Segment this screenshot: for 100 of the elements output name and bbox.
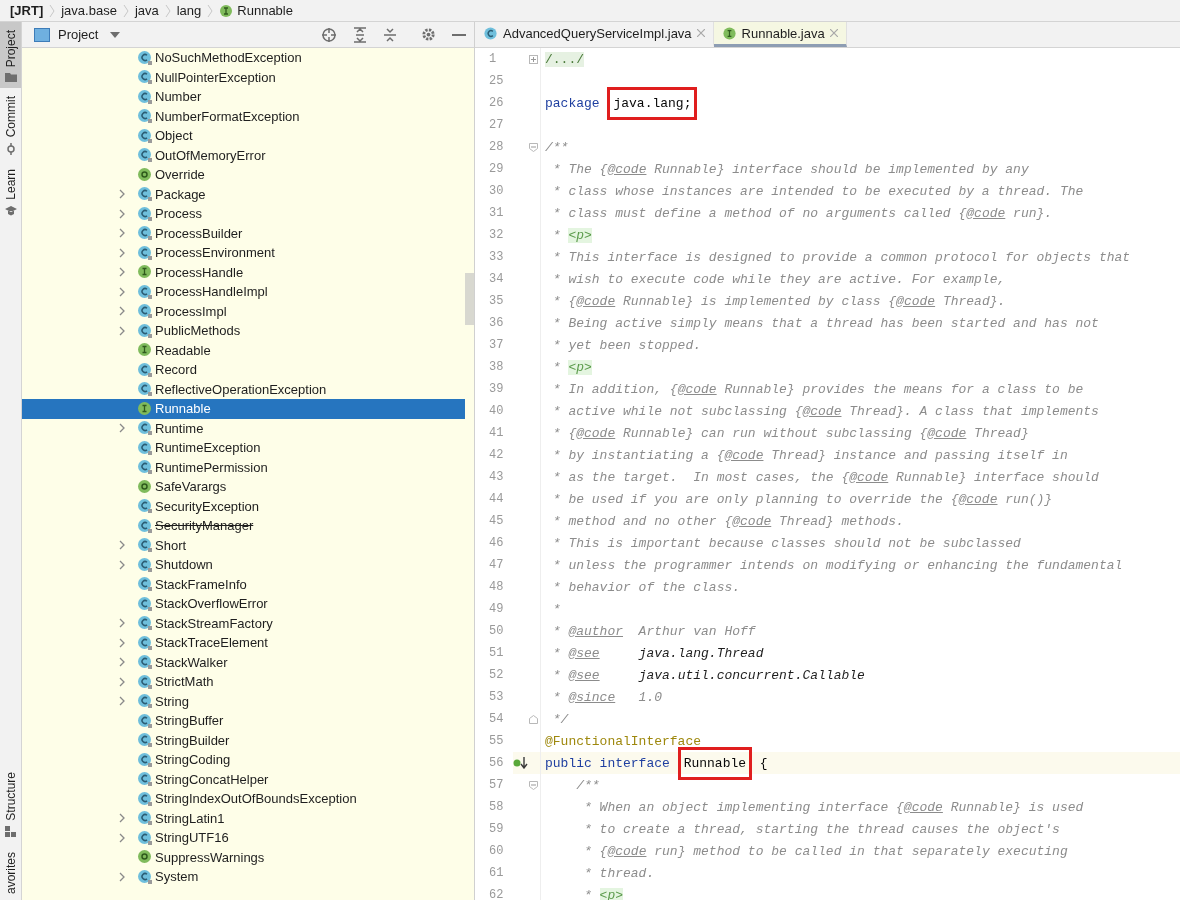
editor-tab[interactable]: Runnable.java (713, 22, 847, 47)
close-icon[interactable] (696, 29, 705, 37)
collapse-fold-icon[interactable] (529, 780, 538, 790)
implemented-marker-icon[interactable] (513, 757, 529, 769)
scrollbar-thumb[interactable] (465, 273, 474, 325)
class-icon (137, 790, 153, 807)
chevron-icon[interactable] (119, 832, 125, 843)
tree-item[interactable]: ProcessBuilder (22, 223, 465, 243)
chevron-icon[interactable] (119, 228, 125, 239)
collapse-all-icon[interactable] (383, 26, 397, 43)
settings-icon[interactable] (421, 27, 436, 42)
tree-item[interactable]: PublicMethods (22, 321, 465, 341)
breadcrumb-item[interactable]: java (134, 3, 159, 18)
tree-item[interactable]: NoSuchMethodException (22, 48, 465, 68)
tree-item[interactable]: Object (22, 126, 465, 146)
tree-item[interactable]: SecurityException (22, 496, 465, 516)
chevron-icon[interactable] (119, 657, 125, 668)
tree-item[interactable]: ProcessEnvironment (22, 243, 465, 263)
expand-fold-icon[interactable] (529, 54, 538, 64)
chevron-icon[interactable] (119, 637, 125, 648)
chevron-icon[interactable] (119, 286, 125, 297)
breadcrumb-item[interactable]: Runnable (237, 3, 293, 18)
collapse-fold-icon[interactable] (529, 142, 538, 152)
tree-item[interactable]: StringConcatHelper (22, 769, 465, 789)
tree-item[interactable]: Number (22, 87, 465, 107)
tool-window-tab[interactable]: Learn (0, 160, 21, 223)
tree-item[interactable]: NullPointerException (22, 67, 465, 87)
code-comment: Runnable} interface should (895, 469, 1099, 485)
tree-item[interactable]: Process (22, 204, 465, 224)
chevron-icon[interactable] (119, 559, 125, 570)
tree-item[interactable]: Override (22, 165, 465, 185)
tree-item[interactable]: Short (22, 535, 465, 555)
tree-item[interactable]: StringIndexOutOfBoundsException (22, 789, 465, 809)
tree-item[interactable]: StringBuilder (22, 730, 465, 750)
tree-item[interactable]: Readable (22, 340, 465, 360)
chevron-icon[interactable] (119, 208, 125, 219)
tree-item[interactable]: StringLatin1 (22, 808, 465, 828)
tree-item[interactable]: StackTraceElement (22, 633, 465, 653)
code-comment: /** (575, 777, 600, 793)
tree-item[interactable]: RuntimePermission (22, 457, 465, 477)
tree-item[interactable]: Runtime (22, 418, 465, 438)
code-comment: * This is important because classes should not be subclassed (551, 535, 1021, 551)
tree-item[interactable]: OutOfMemoryError (22, 145, 465, 165)
panel-title[interactable]: Project (58, 27, 99, 42)
dropdown-caret-icon[interactable] (110, 31, 121, 38)
tool-window-tab[interactable]: Commit (0, 88, 21, 161)
tree-item[interactable]: ReflectiveOperationException (22, 379, 465, 399)
tree-item[interactable]: Runnable (22, 399, 465, 419)
locate-icon[interactable] (321, 26, 337, 43)
fold-end-icon[interactable] (529, 714, 538, 724)
tree-item[interactable]: RuntimeException (22, 438, 465, 458)
tree-item[interactable]: StackFrameInfo (22, 574, 465, 594)
chevron-icon[interactable] (119, 267, 125, 278)
tree-item[interactable]: Package (22, 184, 465, 204)
tree-item[interactable]: Record (22, 360, 465, 380)
annotation-icon (137, 849, 153, 866)
tree-item[interactable]: StringBuffer (22, 711, 465, 731)
chevron-icon[interactable] (119, 423, 125, 434)
tree-item[interactable]: StackOverflowError (22, 594, 465, 614)
expand-all-icon[interactable] (353, 26, 367, 43)
chevron-icon[interactable] (119, 189, 125, 200)
chevron-icon[interactable] (119, 540, 125, 551)
tree-item[interactable]: System (22, 867, 465, 887)
tool-window-tab[interactable]: Project (0, 22, 21, 89)
chevron-icon[interactable] (119, 813, 125, 824)
tree-item[interactable]: String (22, 691, 465, 711)
breadcrumb-item[interactable]: lang (176, 3, 202, 18)
tree-item[interactable]: SecurityManager (22, 516, 465, 536)
breadcrumb-item[interactable]: java.base (61, 3, 117, 18)
tree-item[interactable]: StrictMath (22, 672, 465, 692)
chevron-icon[interactable] (119, 247, 125, 258)
commit-icon (4, 142, 17, 155)
class-icon (137, 654, 153, 671)
chevron-icon[interactable] (119, 676, 125, 687)
tree-item[interactable]: ProcessHandle (22, 262, 465, 282)
code-comment: * This interface is designed to provide a common protocol for objects that (551, 249, 1131, 265)
interface-icon (721, 25, 737, 41)
editor-tab[interactable]: AdvancedQueryServiceImpl.java (475, 22, 714, 47)
tree-item[interactable]: NumberFormatException (22, 106, 465, 126)
tree-item[interactable]: ProcessHandleImpl (22, 282, 465, 302)
tree-item[interactable]: StringCoding (22, 750, 465, 770)
tree-item[interactable]: ProcessImpl (22, 301, 465, 321)
close-icon[interactable] (829, 29, 838, 37)
class-icon (137, 127, 153, 144)
chevron-icon[interactable] (119, 618, 125, 629)
tree-item[interactable]: SuppressWarnings (22, 847, 465, 867)
breadcrumb-item[interactable]: [JRT] (10, 3, 44, 18)
chevron-icon[interactable] (119, 871, 125, 882)
minimize-icon[interactable] (452, 32, 466, 37)
tree-item[interactable]: SafeVarargs (22, 477, 465, 497)
tool-window-tab[interactable]: avorites (0, 843, 21, 900)
chevron-icon[interactable] (119, 696, 125, 707)
tree-item[interactable]: StackStreamFactory (22, 613, 465, 633)
chevron-icon[interactable] (119, 325, 125, 336)
tree-item[interactable]: Shutdown (22, 555, 465, 575)
tree-item[interactable]: StackWalker (22, 652, 465, 672)
tree-item[interactable]: StringUTF16 (22, 828, 465, 848)
chevron-icon[interactable] (119, 306, 125, 317)
class-icon (137, 868, 153, 885)
tool-window-tab[interactable]: Structure (0, 764, 21, 844)
